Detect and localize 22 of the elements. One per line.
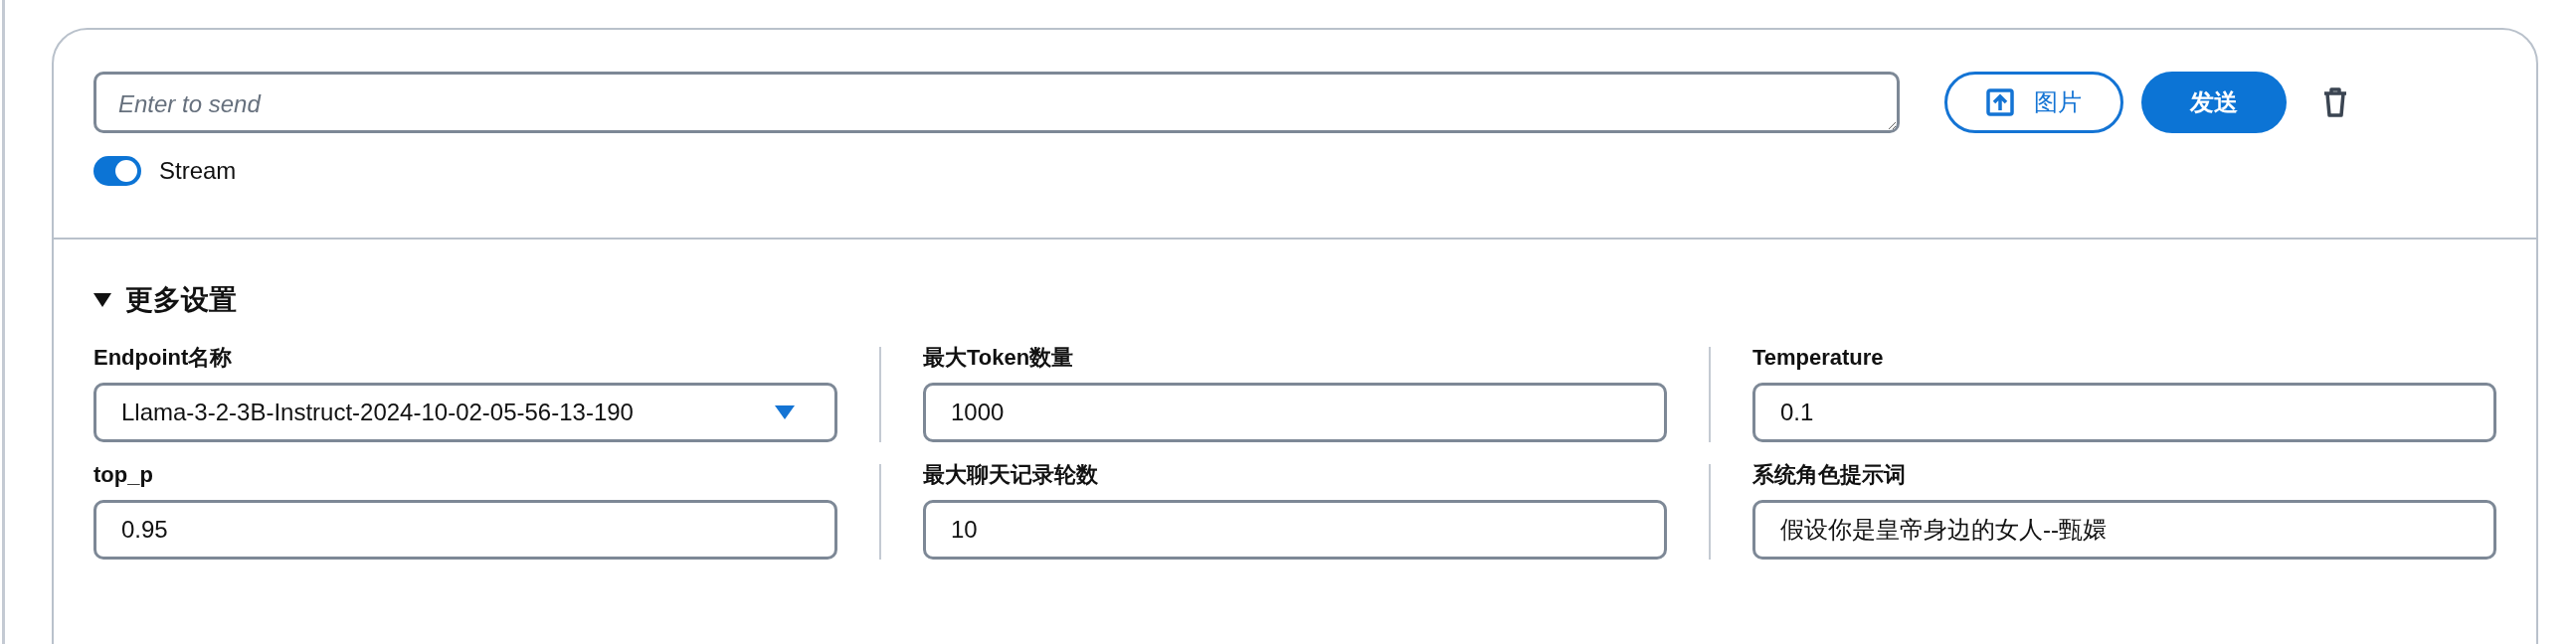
message-input[interactable]: Enter to send xyxy=(93,72,1900,133)
upload-image-button[interactable]: 图片 xyxy=(1944,72,2123,133)
field-label: 系统角色提示词 xyxy=(1751,464,1907,486)
field-label: Temperature xyxy=(1751,347,1885,369)
settings-toggle[interactable]: 更多设置 xyxy=(93,279,237,321)
field-label: Endpoint名称 xyxy=(93,347,234,369)
stream-label: Stream xyxy=(159,156,237,186)
caret-icon xyxy=(93,293,111,307)
input-field[interactable]: 假设你是皇帝身边的女人--甄嬛 xyxy=(1751,500,2496,560)
field-label: top_p xyxy=(93,464,154,486)
input-field[interactable]: 0.1 xyxy=(1751,383,2496,442)
trash-icon[interactable] xyxy=(2322,87,2348,117)
dropdown-icon xyxy=(774,404,796,420)
send-button[interactable]: 发送 xyxy=(2141,72,2287,133)
field-label: 最大聊天记录轮数 xyxy=(923,464,1099,486)
stream-toggle[interactable] xyxy=(93,156,141,186)
upload-icon xyxy=(1986,88,2014,116)
input-field[interactable]: 1000 xyxy=(923,383,1667,442)
input-field[interactable]: 0.95 xyxy=(93,500,837,560)
input-field[interactable]: 10 xyxy=(923,500,1667,560)
field-label: 最大Token数量 xyxy=(923,347,1075,369)
endpoint-select[interactable]: Llama-3-2-3B-Instruct-2024-10-02-05-56-13-190 xyxy=(93,383,837,442)
